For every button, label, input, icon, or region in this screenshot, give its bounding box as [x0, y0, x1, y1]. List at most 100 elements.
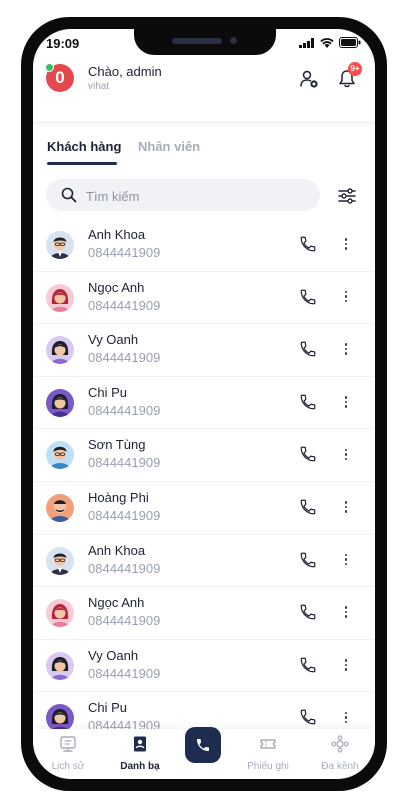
call-contact-button[interactable]: [299, 603, 317, 621]
contact-phone: 0844441909: [88, 402, 161, 418]
camera: [230, 37, 237, 44]
contact-list: Anh Khoa 0844441909 Ngọc Anh 0844441909 Vy O…: [33, 219, 375, 745]
more-dot: [344, 720, 348, 724]
call-button[interactable]: [185, 727, 221, 763]
call-contact-button[interactable]: [299, 551, 317, 569]
more-options-button[interactable]: [339, 498, 353, 516]
nav-contacts-label: Danh bạ: [120, 761, 160, 772]
more-dot: [344, 247, 348, 250]
nav-history[interactable]: Lịch sử: [38, 735, 98, 772]
contact-name: Anh Khoa: [88, 227, 146, 242]
call-contact-button[interactable]: [299, 498, 317, 516]
more-dot: [344, 295, 348, 298]
contact-row[interactable]: Hoàng Phi 0844441909: [33, 482, 375, 535]
more-dot: [344, 716, 348, 719]
header-divider: [33, 121, 375, 127]
call-contact-button[interactable]: [299, 708, 317, 726]
contact-phone: 0844441909: [88, 350, 161, 366]
more-dot: [344, 501, 348, 504]
signal-icon: [299, 37, 314, 48]
search-bar: [46, 179, 320, 211]
call-contact-button[interactable]: [299, 288, 317, 306]
more-options-button[interactable]: [339, 445, 353, 463]
search-input[interactable]: [84, 186, 308, 206]
call-contact-button[interactable]: [299, 340, 317, 358]
phone-icon: [300, 341, 316, 357]
add-contact-button[interactable]: [297, 67, 321, 91]
contact-avatar: [46, 651, 74, 680]
more-options-button[interactable]: [339, 656, 353, 674]
contact-avatar: [46, 336, 74, 365]
contacts-icon: [134, 736, 146, 752]
more-options-button[interactable]: [339, 603, 353, 621]
more-dot: [344, 457, 348, 461]
nav-omnichannel[interactable]: Đa kênh: [310, 735, 370, 772]
add-user-icon: [300, 70, 318, 88]
more-dot: [344, 659, 348, 662]
speaker: [172, 38, 222, 44]
more-dot: [344, 553, 348, 557]
contact-row[interactable]: Anh Khoa 0844441909: [33, 219, 375, 272]
contact-avatar: [46, 388, 74, 417]
contact-avatar: [46, 283, 74, 312]
phone-icon: [300, 709, 316, 725]
contact-row[interactable]: Sơn Tùng 0844441909: [33, 429, 375, 482]
contact-row[interactable]: Ngọc Anh 0844441909: [33, 587, 375, 640]
contact-name: Hoàng Phi: [88, 489, 149, 505]
more-options-button[interactable]: [339, 340, 353, 358]
phone-icon: [300, 552, 316, 567]
nav-history-label: Lịch sử: [51, 761, 85, 772]
more-dot: [344, 558, 348, 561]
contact-name: Vy Oanh: [88, 647, 139, 663]
more-dot: [344, 615, 348, 618]
nav-contacts[interactable]: Danh bạ: [110, 735, 170, 772]
more-dot: [344, 242, 348, 246]
more-dot: [344, 352, 348, 355]
filter-icon: [338, 188, 356, 204]
contact-row[interactable]: Anh Khoa 0844441909: [33, 535, 375, 588]
contact-tabs: Khách hàng Nhân viên: [33, 129, 375, 169]
more-dot: [344, 663, 348, 666]
tab-employees[interactable]: Nhân viên: [138, 139, 200, 154]
more-dot: [344, 400, 348, 404]
more-dot: [344, 238, 348, 241]
more-dot: [344, 405, 348, 408]
contact-avatar: [46, 493, 74, 522]
more-dot: [344, 448, 348, 452]
more-options-button[interactable]: [339, 288, 353, 306]
call-contact-button[interactable]: [299, 445, 317, 463]
app-header: 0 Chào, admin vihat 9+: [33, 59, 375, 121]
notification-badge: 9+: [348, 62, 362, 76]
phone-frame: 19:09 0 Chào, admin vihat 9+ Khách hàng …: [21, 17, 387, 791]
contact-row[interactable]: Ngọc Anh 0844441909: [33, 272, 375, 325]
call-contact-button[interactable]: [299, 235, 317, 253]
contact-name: Vy Oanh: [88, 332, 139, 348]
contact-name: Chi Pu: [88, 384, 128, 400]
phone-icon: [300, 289, 316, 304]
tab-customers[interactable]: Khách hàng: [47, 139, 121, 154]
history-icon: [60, 736, 76, 752]
phone-icon: [300, 236, 316, 252]
more-options-button[interactable]: [339, 235, 353, 253]
call-contact-button[interactable]: [299, 656, 317, 674]
phone-icon: [300, 394, 316, 410]
filter-button[interactable]: [336, 185, 358, 207]
more-dot: [344, 453, 348, 456]
omnichannel-icon: [331, 735, 349, 753]
nav-tickets-label: Phiếu ghi: [247, 761, 289, 772]
more-dot: [344, 510, 348, 513]
call-contact-button[interactable]: [299, 393, 317, 411]
more-options-button[interactable]: [339, 393, 353, 411]
more-options-button[interactable]: [339, 551, 353, 569]
greeting-text: Chào, admin: [88, 64, 162, 79]
phone-icon: [300, 447, 316, 462]
wifi-icon: [320, 37, 334, 48]
more-options-button[interactable]: [339, 708, 353, 726]
contact-row[interactable]: Chi Pu 0844441909: [33, 377, 375, 430]
phone-icon: [300, 604, 316, 620]
contact-row[interactable]: Vy Oanh 0844441909: [33, 640, 375, 693]
contact-row[interactable]: Vy Oanh 0844441909: [33, 324, 375, 377]
nav-tickets[interactable]: Phiếu ghi: [238, 735, 298, 772]
call-icon: [197, 739, 209, 751]
more-dot: [344, 562, 348, 566]
